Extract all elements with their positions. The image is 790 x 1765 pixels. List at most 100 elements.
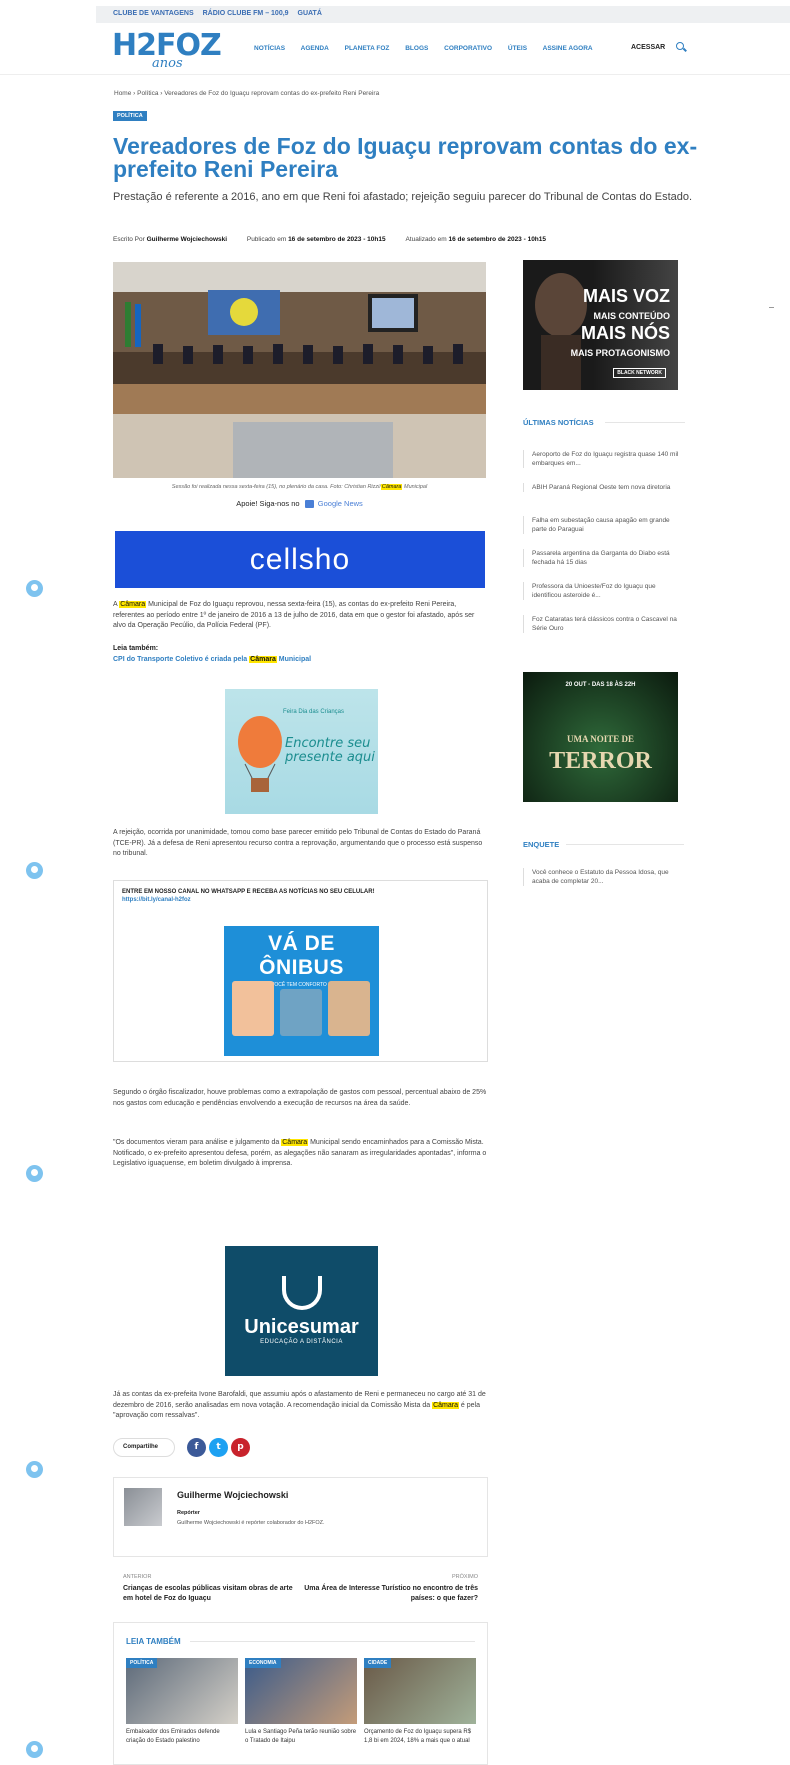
google-news-icon [304,500,314,509]
login-button[interactable]: ACESSAR [631,44,665,51]
breadcrumb[interactable]: Home › Política › Vereadores de Foz do I… [114,90,379,97]
prev-post-link[interactable]: Crianças de escolas públicas visitam obr… [123,1584,293,1604]
updated-date: 16 de setembro de 2023 - 10h15 [448,236,547,243]
article-paragraph-2: A rejeição, ocorrida por unanimidade, to… [113,829,483,857]
photo-caption: Sessão foi realizada nessa sexta-feira (… [113,484,486,490]
share-button[interactable]: Compartilhe [113,1438,175,1457]
p5-text-a: Já as contas da ex-prefeita Ivone Barofa… [113,1391,486,1409]
site-header: H2FOZ anos NOTÍCIAS AGENDA PLANETA FOZ B… [0,23,790,75]
ad-banner-cellshop[interactable]: cellsho [115,531,485,588]
facebook-icon[interactable]: f [187,1438,206,1457]
nav-item-agenda[interactable]: AGENDA [301,45,329,52]
author-avatar[interactable] [124,1488,162,1526]
ad-line-2: MAIS CONTEÚDO [593,311,671,321]
nav-item-corporativo[interactable]: CORPORATIVO [444,45,492,52]
related-card-category: POLÍTICA [126,1658,158,1668]
top-bar: CLUBE DE VANTAGENS RÁDIO CLUBE FM – 100,… [96,6,790,23]
related-divider [190,1641,475,1642]
nav-item-noticias[interactable]: NOTÍCIAS [254,45,285,52]
p1-text: Municipal de Foz do Iguaçu reprovou, nes… [113,601,475,629]
latest-news-item[interactable]: Professora da Unioeste/Foz do Iguaçu que… [523,582,683,600]
whatsapp-link[interactable]: https://bit.ly/canal-h2foz [122,897,191,903]
related-link-highlight: Câmara [249,656,277,663]
related-link[interactable]: CPI do Transporte Coletivo é criada pela… [113,656,311,663]
ad-line-4: MAIS PROTAGONISMO [570,348,670,358]
related-card[interactable]: CIDADE Orçamento de Foz do Iguaçu supera… [364,1658,476,1745]
updated-label: Atualizado em [405,236,447,243]
related-card-image: POLÍTICA [126,1658,238,1724]
search-icon[interactable] [676,42,684,50]
published-label: Publicado em [246,236,287,243]
latest-news-item[interactable]: ABIH Paraná Regional Oeste tem nova dire… [523,483,683,492]
caption-text-b: Municipal [402,484,428,490]
next-post-link[interactable]: Uma Área de Interesse Turístico no encon… [288,1584,478,1604]
accessibility-icon[interactable] [26,1741,43,1758]
article-paragraph-3: Segundo o órgão fiscalizador, houve prob… [113,1089,487,1107]
gnews-link[interactable]: Google News [318,499,363,508]
site-logo[interactable]: H2FOZ anos [112,31,222,72]
caption-text-a: Sessão foi realizada nessa sexta-feira (… [171,484,381,490]
nav-item-assine[interactable]: ASSINE AGORA [543,45,593,52]
nav-item-blogs[interactable]: BLOGS [405,45,428,52]
nav-item-planeta-foz[interactable]: PLANETA FOZ [345,45,390,52]
latest-news-item[interactable]: Falha em subestação causa apagão em gran… [523,516,683,534]
author-role: Repórter [177,1510,200,1516]
author-name[interactable]: Guilherme Wojciechowski [177,1490,288,1500]
author-link[interactable]: Guilherme Wojciechowski [147,236,227,243]
twitter-icon[interactable]: t [209,1438,228,1457]
related-card-category: ECONOMIA [245,1658,281,1668]
ad-onibus-title: VÁ DE ÔNIBUS [259,932,344,979]
accessibility-icon[interactable] [26,580,43,597]
ad-banner-unicesumar[interactable]: Unicesumar EDUCAÇÃO A DISTÂNCIA [225,1246,378,1376]
article-title: Vereadores de Foz do Iguaçu reprovam con… [113,133,698,182]
ad-line-1: MAIS VOZ [582,286,670,306]
related-link-text-a: CPI do Transporte Coletivo é criada pela [113,656,250,663]
topbar-link-clube[interactable]: CLUBE DE VANTAGENS [113,10,194,17]
latest-news-item[interactable]: Passarela argentina da Garganta do Diabo… [523,549,683,567]
related-card[interactable]: ECONOMIA Lula e Santiago Peña terão reun… [245,1658,357,1745]
ad-banner-onibus[interactable]: VÁ DE ÔNIBUS COM A VIAAC VOCÊ TEM CONFOR… [224,926,379,1056]
topbar-link-guata[interactable]: GUATÁ [298,10,322,17]
ad-banner-feira[interactable]: Feira Dia das Crianças Encontre seu pres… [225,689,378,814]
ad-banner-black-network[interactable]: MAIS VOZ MAIS CONTEÚDO MAIS NÓS MAIS PRO… [523,260,678,390]
related-card-image: CIDADE [364,1658,476,1724]
related-card-category: CIDADE [364,1658,392,1668]
article-paragraph-1: A Câmara Municipal de Foz do Iguaçu repr… [113,600,488,632]
latest-divider [605,422,685,423]
whatsapp-box: ENTRE EM NOSSO CANAL NO WHATSAPP E RECEB… [113,880,488,1062]
related-heading: LEIA TAMBÉM [126,1637,181,1646]
ad-black-network-text: MAIS VOZ MAIS CONTEÚDO MAIS NÓS MAIS PRO… [570,286,671,362]
category-badge[interactable]: POLÍTICA [113,111,147,121]
related-card[interactable]: POLÍTICA Embaixador dos Emirados defende… [126,1658,238,1745]
ad-banner-terror[interactable]: 20 OUT - DAS 18 ÀS 22H UMA NOITE DE TERRO… [523,672,678,802]
google-news-cta[interactable]: Apoie! Siga-nos no Google News [113,499,486,509]
related-card-title: Embaixador dos Emirados defende criação … [126,1729,220,1744]
caption-highlight: Câmara [380,484,403,490]
ad-terror-small: UMA NOITE DE [566,734,634,744]
latest-news-item[interactable]: Foz Cataratas terá clássicos contra o Ca… [523,615,683,633]
gnews-label: Apoie! Siga-nos no [236,499,300,508]
latest-news-item[interactable]: Aeroporto de Foz do Iguaçu registra quas… [523,450,683,468]
p1-highlight: Câmara [119,601,147,608]
article-paragraph-4: "Os documentos vieram para análise e jul… [113,1138,488,1170]
author-bio: Guilherme Wojciechowski é repórter colab… [177,1520,325,1526]
latest-news-heading: ÚLTIMAS NOTÍCIAS [523,418,594,427]
related-link-text-b: Municipal [276,656,312,663]
poll-heading: ENQUETE [523,840,560,849]
topbar-link-radio[interactable]: RÁDIO CLUBE FM – 100,9 [203,10,289,17]
ad-line-3: MAIS NÓS [580,323,670,343]
whatsapp-title: ENTRE EM NOSSO CANAL NO WHATSAPP E RECEB… [122,889,375,895]
pinterest-icon[interactable]: p [231,1438,250,1457]
ad-terror-title: UMA NOITE DE TERROR [523,728,678,773]
accessibility-icon[interactable] [26,1461,43,1478]
main-nav: NOTÍCIAS AGENDA PLANETA FOZ BLOGS CORPOR… [254,45,607,52]
byline-label: Escrito Por [113,236,145,243]
accessibility-icon[interactable] [26,862,43,879]
related-card-image: ECONOMIA [245,1658,357,1724]
accessibility-icon[interactable] [26,1165,43,1182]
related-label: Leia também: [113,645,159,652]
ad-feira-top: Feira Dia das Crianças [283,709,345,715]
related-posts: LEIA TAMBÉM POLÍTICA Embaixador dos Emir… [113,1622,488,1765]
nav-item-uteis[interactable]: ÚTEIS [508,45,527,52]
poll-item[interactable]: Você conhece o Estatuto da Pessoa Idosa,… [523,868,683,886]
